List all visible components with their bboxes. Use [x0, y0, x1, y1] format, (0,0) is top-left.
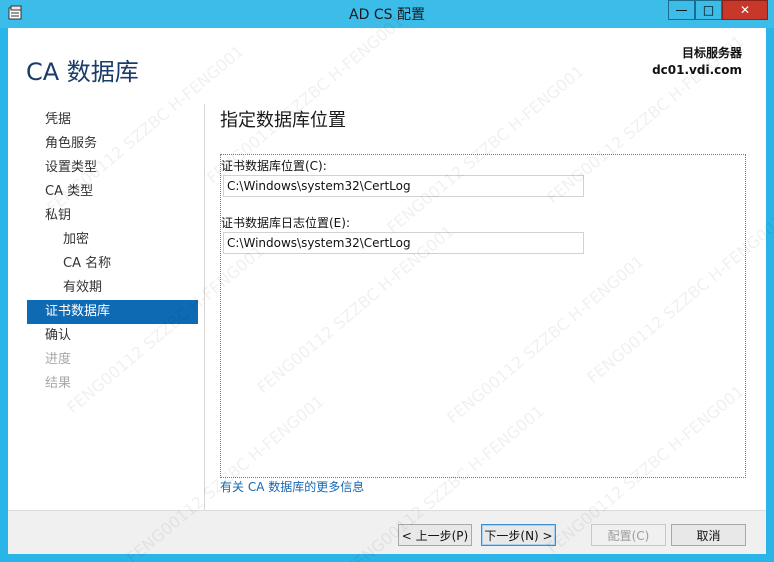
log-location-input[interactable] — [223, 232, 584, 254]
window-title: AD CS 配置 — [349, 7, 425, 23]
target-server-label: 目标服务器 — [681, 46, 742, 60]
cancel-button[interactable]: 取消 — [671, 524, 746, 546]
nav-item-credentials[interactable]: 凭据 — [27, 108, 198, 132]
section-heading: 指定数据库位置 — [220, 110, 346, 131]
nav-item-progress: 进度 — [45, 352, 72, 367]
nav-item-certificate-database[interactable]: 证书数据库 — [27, 300, 198, 324]
minimize-button[interactable]: — — [668, 0, 695, 20]
log-location-label: 证书数据库日志位置(E): — [221, 216, 350, 230]
previous-button[interactable]: < 上一步(P) — [398, 524, 472, 546]
nav-item-results: 结果 — [45, 376, 72, 391]
page-title: CA 数据库 — [26, 58, 139, 86]
nav-item-setup-type[interactable]: 设置类型 — [27, 156, 198, 180]
close-button[interactable]: ✕ — [722, 0, 768, 20]
wizard-footer: < 上一步(P) 下一步(N) > 配置(C) 取消 — [8, 510, 766, 554]
nav-divider — [204, 104, 205, 510]
nav-item-validity-period[interactable]: 有效期 — [27, 276, 198, 300]
minimize-icon: — — [675, 3, 688, 17]
more-info-link[interactable]: 有关 CA 数据库的更多信息 — [220, 478, 364, 495]
database-location-panel: 证书数据库位置(C): 证书数据库日志位置(E): — [220, 154, 746, 478]
close-icon: ✕ — [739, 3, 751, 17]
db-location-label: 证书数据库位置(C): — [221, 159, 327, 173]
target-server-value: dc01.vdi.com — [652, 63, 742, 77]
nav-item-cryptography[interactable]: 加密 — [27, 228, 198, 252]
db-location-input[interactable] — [223, 175, 584, 197]
nav-item-confirmation[interactable]: 确认 — [27, 324, 198, 348]
nav-item-role-services[interactable]: 角色服务 — [27, 132, 198, 156]
next-button[interactable]: 下一步(N) > — [481, 524, 556, 546]
configure-button: 配置(C) — [591, 524, 666, 546]
nav-item-private-key[interactable]: 私钥 — [27, 204, 198, 228]
wizard-client-area: CA 数据库 目标服务器 dc01.vdi.com 凭据 角色服务 设置类型 C… — [8, 28, 766, 554]
wizard-navigation: 凭据 角色服务 设置类型 CA 类型 私钥 加密 CA 名称 有效期 证书数据库… — [27, 108, 198, 396]
nav-item-ca-type[interactable]: CA 类型 — [27, 180, 198, 204]
maximize-button[interactable]: □ — [695, 0, 722, 20]
maximize-icon: □ — [702, 3, 715, 17]
title-bar[interactable]: AD CS 配置 — □ ✕ — [0, 0, 774, 28]
nav-item-ca-name[interactable]: CA 名称 — [27, 252, 198, 276]
